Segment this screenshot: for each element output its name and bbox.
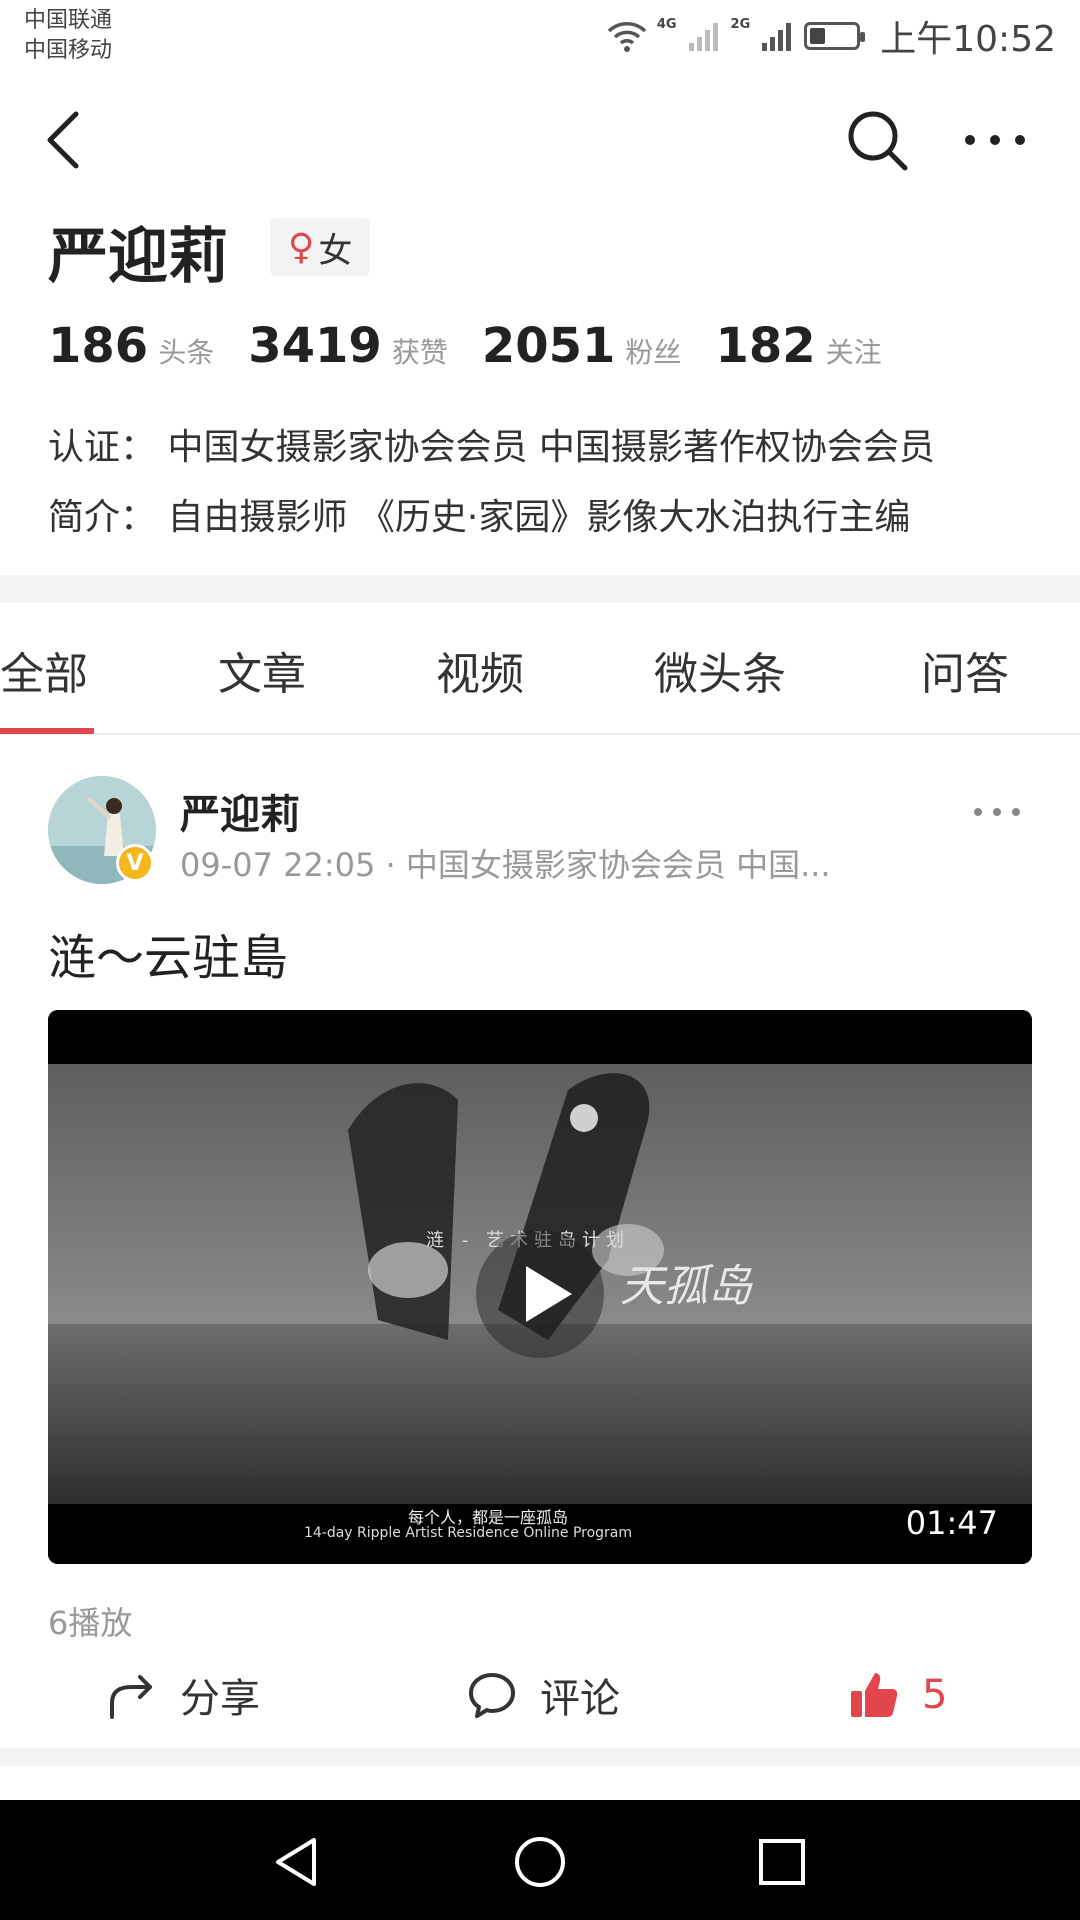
share-icon (110, 1675, 152, 1719)
back-arrow-icon[interactable] (40, 108, 100, 172)
gender-label: 女 (318, 230, 353, 271)
system-navigation-bar (0, 1800, 1080, 1920)
play-count: 6播放 (48, 1604, 133, 1642)
stat-label: 头条 (158, 336, 215, 369)
battery-level (810, 28, 826, 44)
comment-icon (469, 1673, 515, 1718)
female-icon: ♀ (288, 226, 315, 268)
signal-icon (762, 23, 792, 51)
share-label: 分享 (180, 1676, 260, 1722)
wifi-icon (607, 22, 647, 52)
section-divider (0, 575, 1080, 603)
status-indicators: 4G 2G 上午10:52 (607, 10, 1056, 62)
network-type-1: 4G (656, 16, 677, 32)
profile-stats: 186 头条 3419 获赞 2051 粉丝 182 关注 (48, 318, 916, 374)
stat-following[interactable]: 182 关注 (715, 318, 881, 374)
nav-home-icon[interactable] (512, 1834, 568, 1890)
search-icon[interactable] (845, 108, 909, 172)
active-tab-indicator (0, 728, 94, 734)
video-duration: 01:47 (905, 1504, 998, 1542)
share-button[interactable]: 分享 (106, 1660, 260, 1730)
comment-button[interactable]: 评论 (466, 1660, 620, 1730)
certification-label: 认证： (48, 427, 157, 468)
nav-back-icon[interactable] (270, 1834, 326, 1890)
carrier-1: 中国联通 (24, 8, 113, 33)
status-bar: 中国联通 中国移动 4G 2G 上午10:52 (0, 0, 1080, 80)
post-title[interactable]: 涟～云驻島 (48, 918, 288, 988)
section-divider (0, 1748, 1080, 1766)
carrier-2: 中国移动 (24, 38, 113, 63)
video-player[interactable]: 涟 - 艺术驻岛计划 天孤岛 每个人，都是一座孤岛 14-day Ripple … (48, 1010, 1032, 1564)
signal-icon (688, 23, 718, 51)
carrier-info: 中国联通 中国移动 (24, 6, 112, 66)
stat-likes[interactable]: 3419 获赞 (248, 318, 448, 374)
comment-label: 评论 (540, 1676, 620, 1722)
more-options-icon[interactable] (960, 120, 1030, 160)
post-author[interactable]: 严迎莉 (180, 782, 300, 840)
verified-badge-icon: V (116, 844, 154, 882)
stat-label: 粉丝 (625, 336, 682, 369)
network-type-2: 2G (730, 16, 751, 32)
stat-followers[interactable]: 2051 粉丝 (482, 318, 682, 374)
intro-line: 简介： 自由摄影师 《历史·家园》影像大水泊执行主编 (48, 488, 910, 540)
tab-micro-posts[interactable]: 微头条 (654, 638, 786, 702)
stat-label: 关注 (825, 336, 882, 369)
battery-icon (804, 22, 866, 50)
stat-label: 获赞 (391, 336, 448, 369)
stat-value: 2051 (481, 318, 616, 374)
like-count: 5 (922, 1672, 948, 1718)
play-icon[interactable] (476, 1230, 604, 1358)
post-more-icon[interactable] (972, 800, 1022, 824)
tab-qa[interactable]: 问答 (921, 638, 1009, 702)
tab-all[interactable]: 全部 (0, 638, 88, 702)
stat-value: 186 (48, 318, 149, 374)
stat-value: 3419 (248, 318, 382, 374)
tab-videos[interactable]: 视频 (436, 638, 524, 702)
stat-value: 182 (715, 318, 816, 374)
certification-line: 认证： 中国女摄影家协会会员 中国摄影著作权协会会员 (48, 418, 935, 470)
post-actions: 分享 评论 5 (0, 1660, 1080, 1730)
content-tabs: 全部 文章 视频 微头条 问答 (0, 630, 1080, 735)
video-overlay-handwriting: 天孤岛 (620, 1261, 752, 1312)
top-navigation (0, 90, 1080, 190)
post-meta: 09-07 22:05 · 中国女摄影家协会会员 中国... (180, 846, 831, 884)
video-subtitle: 14-day Ripple Artist Residence Online Pr… (303, 1525, 633, 1541)
intro-text: 自由摄影师 《历史·家园》影像大水泊执行主编 (167, 497, 911, 538)
like-button[interactable]: 5 (848, 1660, 947, 1730)
certification-text: 中国女摄影家协会会员 中国摄影著作权协会会员 (167, 427, 935, 468)
intro-label: 简介： (48, 497, 157, 538)
gender-tag: ♀ 女 (270, 218, 371, 276)
profile-name: 严迎莉 (48, 222, 228, 292)
nav-recents-icon[interactable] (754, 1834, 810, 1890)
thumbs-up-icon (851, 1673, 898, 1717)
tab-articles[interactable]: 文章 (218, 638, 306, 702)
clock: 上午10:52 (880, 19, 1056, 60)
stat-posts[interactable]: 186 头条 (48, 318, 214, 374)
